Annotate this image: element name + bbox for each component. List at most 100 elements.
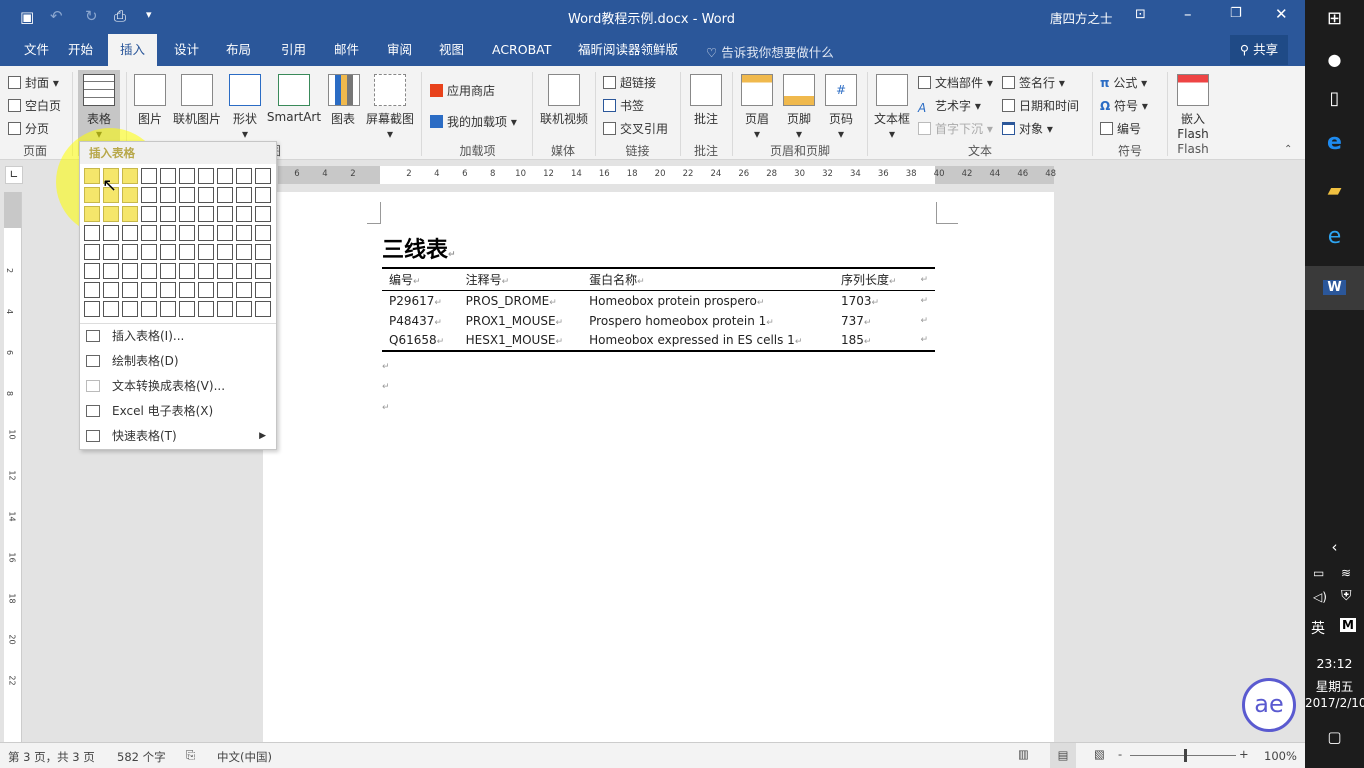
volume-icon[interactable]: ◁) bbox=[1313, 590, 1327, 604]
table-cell[interactable]: 1703↵ bbox=[834, 291, 911, 311]
wordart-button[interactable]: A 艺术字 ▾ bbox=[918, 97, 981, 115]
online-picture-button[interactable]: 联机图片 bbox=[172, 74, 222, 127]
grid-cell[interactable] bbox=[198, 168, 214, 184]
table-cell[interactable]: 185↵ bbox=[834, 331, 911, 351]
grid-cell[interactable] bbox=[103, 263, 119, 279]
zoom-slider-thumb[interactable] bbox=[1184, 749, 1187, 762]
table-cell[interactable]: PROS_DROME↵ bbox=[459, 291, 583, 311]
edge-icon[interactable]: e bbox=[1305, 130, 1364, 155]
grid-cell[interactable] bbox=[84, 282, 100, 298]
shapes-button[interactable]: 形状 ▾ bbox=[228, 74, 262, 141]
tab-9[interactable]: ACROBAT bbox=[480, 34, 563, 66]
show-hidden-icons[interactable]: ‹ bbox=[1305, 538, 1364, 556]
comment-button[interactable]: 批注 bbox=[688, 74, 724, 127]
page-number-button[interactable]: # 页码 ▾ bbox=[824, 74, 858, 141]
collapse-ribbon-icon[interactable]: ⌃ bbox=[1284, 144, 1292, 155]
grid-cell[interactable] bbox=[160, 244, 176, 260]
grid-cell[interactable] bbox=[217, 168, 233, 184]
grid-cell[interactable] bbox=[160, 282, 176, 298]
zoom-level[interactable]: 100% bbox=[1264, 749, 1297, 763]
tab-6[interactable]: 邮件 bbox=[322, 34, 371, 66]
grid-cell[interactable] bbox=[217, 225, 233, 241]
grid-cell[interactable] bbox=[179, 225, 195, 241]
my-addins-button[interactable]: 我的加载项 ▾ bbox=[430, 113, 517, 130]
grid-cell[interactable] bbox=[103, 282, 119, 298]
tab-4[interactable]: 布局 bbox=[214, 34, 263, 66]
tab-7[interactable]: 审阅 bbox=[375, 34, 424, 66]
customize-icon[interactable]: ▾ bbox=[146, 8, 152, 21]
grid-cell[interactable] bbox=[84, 263, 100, 279]
cover-page-button[interactable]: 封面 ▾ bbox=[8, 74, 59, 91]
grid-cell[interactable] bbox=[160, 206, 176, 222]
quick-parts-button[interactable]: 文档部件 ▾ bbox=[918, 74, 993, 91]
cross-reference-button[interactable]: 交叉引用 bbox=[603, 120, 668, 137]
tab-0[interactable]: 文件 bbox=[12, 34, 61, 66]
bookmark-button[interactable]: 书签 bbox=[603, 97, 644, 114]
grid-cell[interactable] bbox=[122, 168, 138, 184]
print-layout-icon[interactable]: ▤ bbox=[1050, 743, 1076, 768]
tab-3[interactable]: 设计 bbox=[162, 34, 211, 66]
chart-button[interactable]: 图表 bbox=[328, 74, 360, 127]
grid-cell[interactable] bbox=[160, 301, 176, 317]
table-header-row[interactable]: 编号↵ 注释号↵ 蛋白名称↵ 序列长度↵ ↵ bbox=[382, 268, 935, 291]
grid-cell[interactable] bbox=[179, 206, 195, 222]
grid-cell[interactable] bbox=[179, 263, 195, 279]
ime-language[interactable]: 英 bbox=[1311, 618, 1325, 638]
signature-line-button[interactable]: 签名行 ▾ bbox=[1002, 74, 1065, 91]
restore-button[interactable]: ❐ bbox=[1230, 6, 1242, 21]
user-name[interactable]: 唐四方之士 bbox=[1050, 8, 1113, 27]
grid-cell[interactable] bbox=[141, 263, 157, 279]
page-break-button[interactable]: 分页 bbox=[8, 120, 49, 137]
grid-cell[interactable] bbox=[160, 168, 176, 184]
proofing-icon[interactable]: ⎘ bbox=[186, 748, 195, 763]
blank-page-button[interactable]: 空白页 bbox=[8, 97, 61, 114]
zoom-slider[interactable] bbox=[1130, 755, 1236, 756]
grid-cell[interactable] bbox=[236, 206, 252, 222]
grid-cell[interactable] bbox=[141, 206, 157, 222]
grid-cell[interactable] bbox=[122, 263, 138, 279]
grid-cell[interactable] bbox=[122, 301, 138, 317]
picture-button[interactable]: 图片 bbox=[134, 74, 166, 127]
page-count[interactable]: 第 3 页，共 3 页 bbox=[8, 749, 95, 765]
grid-cell[interactable] bbox=[255, 282, 271, 298]
defender-icon[interactable]: ⛨ bbox=[1341, 588, 1352, 604]
grid-cell[interactable] bbox=[217, 244, 233, 260]
cortana-icon[interactable]: ● bbox=[1305, 50, 1364, 69]
object-button[interactable]: 对象 ▾ bbox=[1002, 120, 1053, 137]
clock-time[interactable]: 23:12 bbox=[1305, 656, 1364, 671]
zoom-in-button[interactable]: + bbox=[1239, 747, 1249, 761]
grid-cell[interactable] bbox=[122, 206, 138, 222]
grid-cell[interactable] bbox=[141, 244, 157, 260]
clock-date[interactable]: 2017/2/10 bbox=[1305, 696, 1364, 710]
grid-cell[interactable] bbox=[255, 263, 271, 279]
print-preview-icon[interactable]: ⎙ bbox=[114, 7, 126, 25]
menu-item-0[interactable]: 插入表格(I)... bbox=[80, 324, 276, 349]
drop-cap-button[interactable]: 首字下沉 ▾ bbox=[918, 120, 993, 137]
grid-cell[interactable] bbox=[84, 301, 100, 317]
word-count[interactable]: 582 个字 bbox=[117, 749, 166, 765]
equation-button[interactable]: π 公式 ▾ bbox=[1100, 74, 1147, 91]
menu-item-2[interactable]: 文本转换成表格(V)... bbox=[80, 374, 276, 399]
grid-cell[interactable] bbox=[160, 225, 176, 241]
grid-cell[interactable] bbox=[198, 244, 214, 260]
table-cell[interactable]: 注释号↵ bbox=[459, 268, 583, 291]
grid-cell[interactable] bbox=[217, 187, 233, 203]
table-cell[interactable]: 序列长度↵ bbox=[834, 268, 911, 291]
table-cell[interactable]: 编号↵ bbox=[382, 268, 459, 291]
table-cell[interactable]: 蛋白名称↵ bbox=[582, 268, 834, 291]
grid-cell[interactable] bbox=[198, 301, 214, 317]
document-page[interactable]: 三线表↵ 编号↵ 注释号↵ 蛋白名称↵ 序列长度↵ ↵ P29617↵ PROS_DROME… bbox=[263, 192, 1054, 742]
grid-cell[interactable] bbox=[84, 187, 100, 203]
grid-cell[interactable] bbox=[84, 225, 100, 241]
read-mode-icon[interactable]: ▥ bbox=[1018, 747, 1029, 761]
grid-cell[interactable] bbox=[255, 187, 271, 203]
grid-cell[interactable] bbox=[255, 168, 271, 184]
tab-8[interactable]: 视图 bbox=[427, 34, 476, 66]
language[interactable]: 中文(中国) bbox=[217, 749, 272, 765]
grid-cell[interactable] bbox=[236, 263, 252, 279]
app-store-button[interactable]: 应用商店 bbox=[430, 82, 495, 99]
grid-cell[interactable] bbox=[84, 168, 100, 184]
table-cell[interactable]: PROX1_MOUSE↵ bbox=[459, 311, 583, 331]
grid-cell[interactable] bbox=[236, 225, 252, 241]
date-time-button[interactable]: 日期和时间 bbox=[1002, 97, 1079, 114]
